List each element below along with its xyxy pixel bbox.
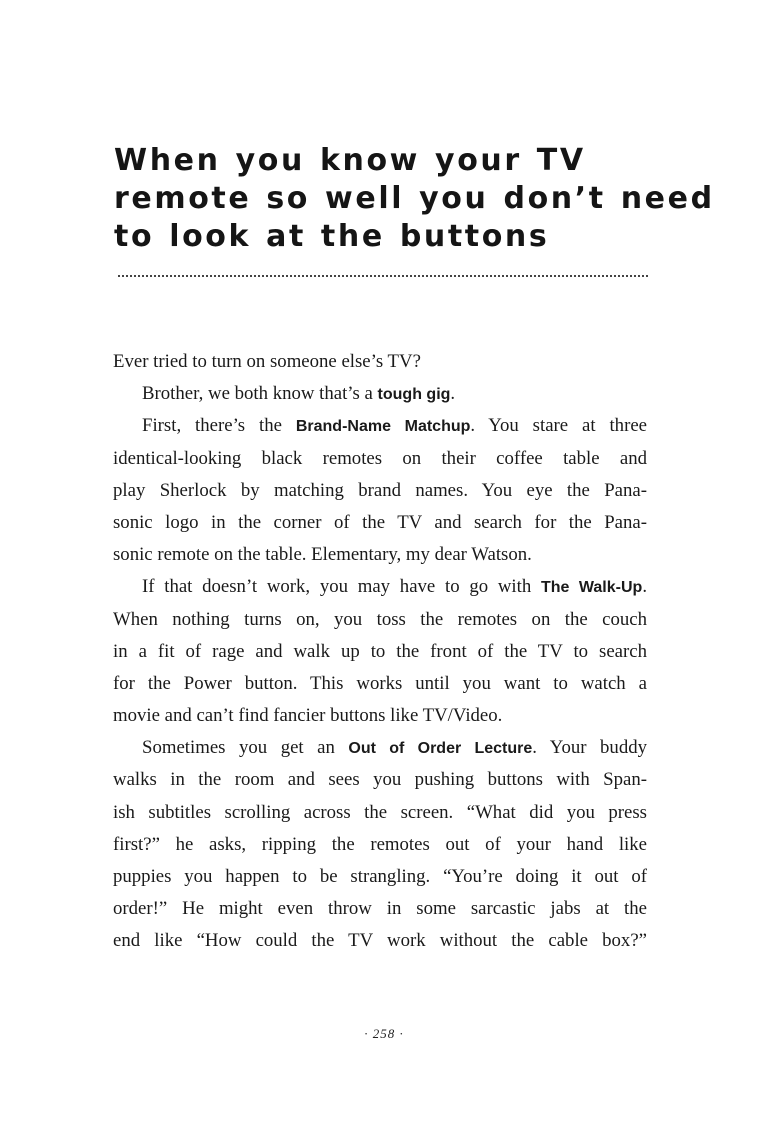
highlighted-term-the-walk-up: The Walk-Up — [540, 579, 643, 597]
chapter-title-line-1: When you know your TV — [114, 143, 586, 178]
paragraph-4-line-2: When nothing turns on, you toss the remo… — [113, 608, 647, 630]
paragraph-3-line-4: sonic logo in the corner of the TV and s… — [113, 511, 647, 533]
paragraph-5-text-after: . Your buddy — [532, 737, 647, 759]
paragraph-4-line-5: movie and can’t find fancier buttons lik… — [113, 705, 503, 727]
chapter-title-line-2: remote so well you don’t need — [114, 181, 715, 216]
paragraph-1-line-1: Ever tried to turn on someone else’s TV? — [113, 351, 421, 372]
paragraph-4-line-4: for the Power button. This works until y… — [113, 672, 647, 694]
paragraph-3-line-2: identical-looking black remotes on their… — [113, 447, 647, 469]
paragraph-2-text-after: . — [450, 383, 456, 405]
highlighted-term-tough-gig: tough gig — [377, 386, 451, 404]
paragraph-5-line-1: Sometimes you get an Out of Order Lectur… — [113, 732, 647, 764]
body-text: Ever tried to turn on someone else’s TV?… — [113, 346, 647, 958]
paragraph-5-line-4: first?” he asks, ripping the remotes out… — [113, 833, 647, 855]
paragraph-2-line-1: Brother, we both know that’s a tough gig… — [113, 378, 647, 410]
chapter-title: When you know your TV remote so well you… — [114, 142, 715, 256]
chapter-title-line-3: to look at the buttons — [114, 219, 550, 254]
paragraph-5-line-3: ish subtitles scrolling across the scree… — [113, 801, 647, 823]
paragraph-5-line-2: walks in the room and sees you pushing b… — [113, 769, 647, 791]
paragraph-5-text-before: Sometimes you get an — [142, 737, 349, 759]
paragraph-4-line-1: If that doesn’t work, you may have to go… — [113, 571, 647, 603]
paragraph-4-text-before: If that doesn’t work, you may have to go… — [142, 576, 541, 598]
paragraph-5-line-5: puppies you happen to be strangling. “Yo… — [113, 866, 647, 887]
paragraph-5-line-7: end like “How could the TV work without … — [113, 930, 647, 952]
paragraph-3-text-before: First, there’s the — [142, 415, 296, 437]
paragraph-3-line-1: First, there’s the Brand-Name Matchup. Y… — [113, 410, 647, 442]
paragraph-2-text-before: Brother, we both know that’s a — [142, 383, 378, 405]
paragraph-5-line-6: order!” He might even throw in some sarc… — [113, 898, 647, 920]
highlighted-term-out-of-order-lecture: Out of Order Lecture — [348, 740, 533, 758]
paragraph-3-text-after: . You stare at three — [470, 415, 647, 437]
paragraph-4-text-after: . — [642, 576, 648, 598]
highlighted-term-brand-name-matchup: Brand-Name Matchup — [295, 418, 471, 436]
dotted-divider — [118, 275, 648, 277]
paragraph-4-line-3: in a fit of rage and walk up to the fron… — [113, 640, 647, 662]
paragraph-3-line-3: play Sherlock by matching brand names. Y… — [113, 479, 647, 501]
paragraph-3-line-5: sonic remote on the table. Elementary, m… — [113, 544, 532, 566]
page-number: · 258 · — [364, 1026, 404, 1041]
